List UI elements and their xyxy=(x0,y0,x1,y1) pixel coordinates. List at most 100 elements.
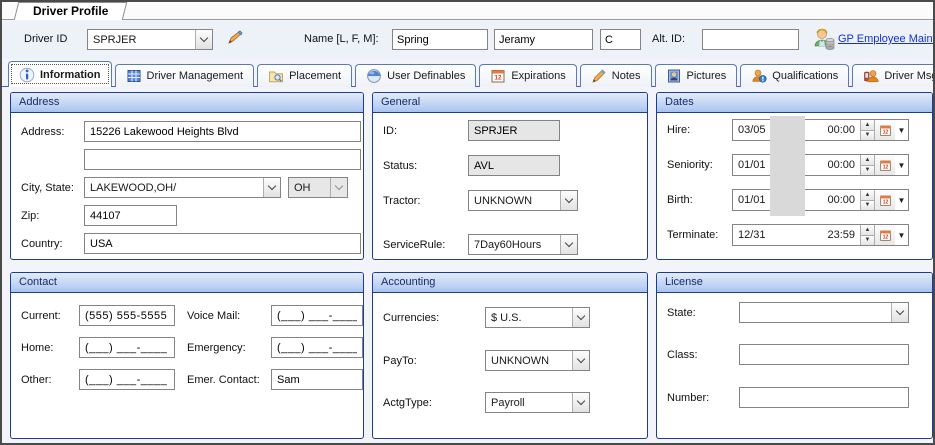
currencies-value: $ U.S. xyxy=(486,312,572,324)
name-middle-field[interactable] xyxy=(600,29,641,50)
birth-label: Birth: xyxy=(667,194,732,206)
contact-panel: Contact Current: Voice Mail: Home: Emerg… xyxy=(10,272,364,439)
payto-dropdown-button[interactable] xyxy=(572,351,589,370)
tab-qualifications[interactable]: Qualifications xyxy=(740,64,849,87)
zip-field[interactable] xyxy=(84,205,177,226)
city-state-dropdown-button[interactable] xyxy=(263,178,280,197)
state-dropdown-button xyxy=(330,178,347,197)
license-panel-title: License xyxy=(657,273,932,293)
hire-spinner[interactable]: ▲▼ xyxy=(860,120,874,140)
tractor-dropdown-button[interactable] xyxy=(560,191,577,210)
tab-label: Qualifications xyxy=(772,70,838,82)
terminate-calendar-button[interactable]: 12 xyxy=(874,225,895,245)
driver-id-combo[interactable]: SPRJER xyxy=(87,29,213,50)
state-value: OH xyxy=(289,182,330,194)
seniority-date-value: 01/01 xyxy=(738,159,766,171)
tab-pictures[interactable]: Pictures xyxy=(655,64,738,87)
home-phone-field[interactable] xyxy=(79,337,175,358)
id-field xyxy=(468,120,560,141)
hire-time-value: 00:00 xyxy=(827,124,855,136)
country-field[interactable] xyxy=(84,233,361,254)
license-class-field[interactable] xyxy=(739,344,909,365)
tab-driver-profile[interactable]: Driver Profile xyxy=(14,2,128,20)
birth-calendar-dropdown-arrow[interactable]: ▼ xyxy=(895,190,908,210)
emer-contact-field[interactable] xyxy=(271,369,363,390)
voicemail-field[interactable] xyxy=(271,305,363,326)
status-label: Status: xyxy=(383,160,468,172)
tab-driver-management[interactable]: Driver Management xyxy=(115,64,255,87)
hire-calendar-button[interactable]: 12 xyxy=(874,120,895,140)
license-number-field[interactable] xyxy=(739,387,909,408)
servicerule-dropdown-button[interactable] xyxy=(560,235,577,254)
birth-date-field[interactable]: 01/01 00:00 ▲▼ 12 ▼ xyxy=(732,189,909,211)
country-label: Country: xyxy=(21,238,84,250)
tractor-label: Tractor: xyxy=(383,195,468,207)
tab-user-definables[interactable]: User Definables xyxy=(355,64,476,87)
actgtype-combo[interactable]: Payroll xyxy=(485,392,590,413)
current-phone-field[interactable] xyxy=(79,305,175,326)
currencies-dropdown-button[interactable] xyxy=(572,308,589,327)
driver-id-label: Driver ID xyxy=(24,33,67,45)
main-tabstrip: Information Driver Management Placement xyxy=(2,60,935,87)
tab-notes[interactable]: Notes xyxy=(580,64,652,87)
license-panel: License State: Class: Number: xyxy=(656,272,933,439)
hire-date-field[interactable]: 03/05 00:00 ▲▼ 12 ▼ xyxy=(732,119,909,141)
document-tab-strip: Driver Profile xyxy=(2,2,933,20)
terminate-calendar-dropdown-arrow[interactable]: ▼ xyxy=(895,225,908,245)
state-combo: OH xyxy=(288,177,348,198)
info-icon xyxy=(19,67,35,83)
license-state-combo[interactable] xyxy=(739,302,909,323)
gp-employee-maintenance-link[interactable]: GP Employee Mainte xyxy=(838,33,935,45)
terminate-spinner[interactable]: ▲▼ xyxy=(860,225,874,245)
tractor-combo[interactable]: UNKNOWN xyxy=(468,190,578,211)
document-tab-label: Driver Profile xyxy=(33,4,108,18)
tab-label: User Definables xyxy=(387,70,465,82)
emergency-phone-label: Emergency: xyxy=(187,342,271,354)
name-first-field[interactable] xyxy=(494,29,593,50)
terminate-date-field[interactable]: 12/31 23:59 ▲▼ 12 ▼ xyxy=(732,224,909,246)
seniority-date-field[interactable]: 01/01 00:00 ▲▼ 12 ▼ xyxy=(732,154,909,176)
payto-label: PayTo: xyxy=(383,355,485,367)
seniority-time-value: 00:00 xyxy=(827,159,855,171)
actgtype-dropdown-button[interactable] xyxy=(572,393,589,412)
tab-label: Driver Management xyxy=(147,70,244,82)
birth-time-value: 00:00 xyxy=(827,194,855,206)
payto-value: UNKNOWN xyxy=(486,355,572,367)
seniority-calendar-dropdown-arrow[interactable]: ▼ xyxy=(895,155,908,175)
tab-driver-msgs[interactable]: Driver Msgs xyxy=(852,64,935,87)
tab-expirations[interactable]: 12 Expirations xyxy=(479,64,576,87)
currencies-combo[interactable]: $ U.S. xyxy=(485,307,590,328)
address-line2-field[interactable] xyxy=(84,149,361,170)
driver-id-value: SPRJER xyxy=(88,34,195,46)
birth-date-value: 01/01 xyxy=(738,194,766,206)
actgtype-value: Payroll xyxy=(486,397,572,409)
name-last-field[interactable] xyxy=(392,29,488,50)
seniority-spinner[interactable]: ▲▼ xyxy=(860,155,874,175)
emergency-phone-field[interactable] xyxy=(271,337,363,358)
address-line1-field[interactable] xyxy=(84,121,361,142)
header-band: Driver ID SPRJER Name [L, F, M]: Alt. ID… xyxy=(2,21,933,59)
other-phone-label: Other: xyxy=(21,374,79,386)
birth-spinner[interactable]: ▲▼ xyxy=(860,190,874,210)
tab-label: Notes xyxy=(612,70,641,82)
tractor-value: UNKNOWN xyxy=(469,195,560,207)
city-state-combo[interactable]: LAKEWOOD,OH/ xyxy=(84,177,281,198)
payto-combo[interactable]: UNKNOWN xyxy=(485,350,590,371)
driver-profile-window: Driver Profile Driver ID SPRJER Name [L,… xyxy=(0,0,935,445)
seniority-calendar-button[interactable]: 12 xyxy=(874,155,895,175)
hire-calendar-dropdown-arrow[interactable]: ▼ xyxy=(895,120,908,140)
seniority-label: Seniority: xyxy=(667,159,732,171)
edit-pencil-icon[interactable] xyxy=(224,28,244,51)
license-state-dropdown-button[interactable] xyxy=(891,303,908,322)
servicerule-combo[interactable]: 7Day60Hours xyxy=(468,234,578,255)
tab-placement[interactable]: Placement xyxy=(257,64,352,87)
tab-information[interactable]: Information xyxy=(8,61,112,87)
general-panel: General ID: Status: Tractor: UNKNOWN Ser… xyxy=(372,92,648,260)
license-class-label: Class: xyxy=(667,349,739,361)
voicemail-label: Voice Mail: xyxy=(187,310,271,322)
alt-id-field[interactable] xyxy=(702,29,799,50)
other-phone-field[interactable] xyxy=(79,369,175,390)
birth-calendar-button[interactable]: 12 xyxy=(874,190,895,210)
driver-id-dropdown-button[interactable] xyxy=(195,30,212,49)
svg-text:12: 12 xyxy=(882,129,888,135)
